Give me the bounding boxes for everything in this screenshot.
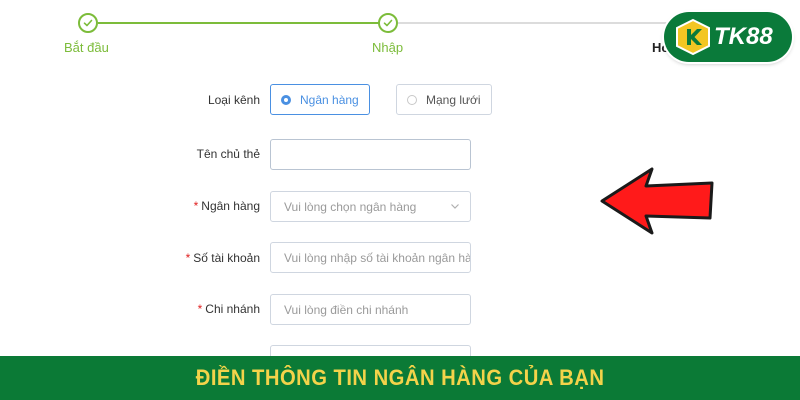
bank-select[interactable]: Vui lòng chọn ngân hàng [270,191,471,222]
caption-banner: ĐIỀN THÔNG TIN NGÂN HÀNG CỦA BẠN [0,356,800,400]
holder-name-input[interactable] [270,139,471,170]
radio-option-network[interactable]: Mạng lưới [396,84,492,115]
bank-select-placeholder: Vui lòng chọn ngân hàng [284,199,417,214]
step-1-check-icon [78,13,98,33]
account-number-input[interactable]: Vui lòng nhập số tài khoản ngân hà [270,242,471,273]
branch-input[interactable]: Vui lòng điền chi nhánh [270,294,471,325]
channel-type-label: Loại kênh [207,93,260,107]
bank-label: * Ngân hàng [193,199,260,213]
logo-text: TK88 [714,23,773,50]
red-arrow-left-icon [600,167,714,235]
step-2-check-icon [378,13,398,33]
banner-text: ĐIỀN THÔNG TIN NGÂN HÀNG CỦA BẠN [195,365,605,390]
branch-label: * Chi nhánh [197,302,260,316]
step-1-label: Bắt đầu [64,40,109,55]
radio-selected-icon [281,94,291,105]
account-number-placeholder: Vui lòng nhập số tài khoản ngân hà [284,250,471,265]
branch-placeholder: Vui lòng điền chi nhánh [284,302,409,317]
step-2-label: Nhập [372,40,404,55]
radio-option-bank[interactable]: Ngân hàng [270,84,370,115]
brand-logo: TK88 [664,12,792,62]
radio-unselected-icon [407,94,417,105]
stepper-line-pending [398,22,688,24]
stepper-line-completed [98,22,380,24]
holder-name-label: Tên chủ thẻ [196,147,260,161]
chevron-down-icon [451,204,459,209]
logo-mark-icon [676,18,710,56]
account-number-label: * Số tài khoản [185,251,260,265]
